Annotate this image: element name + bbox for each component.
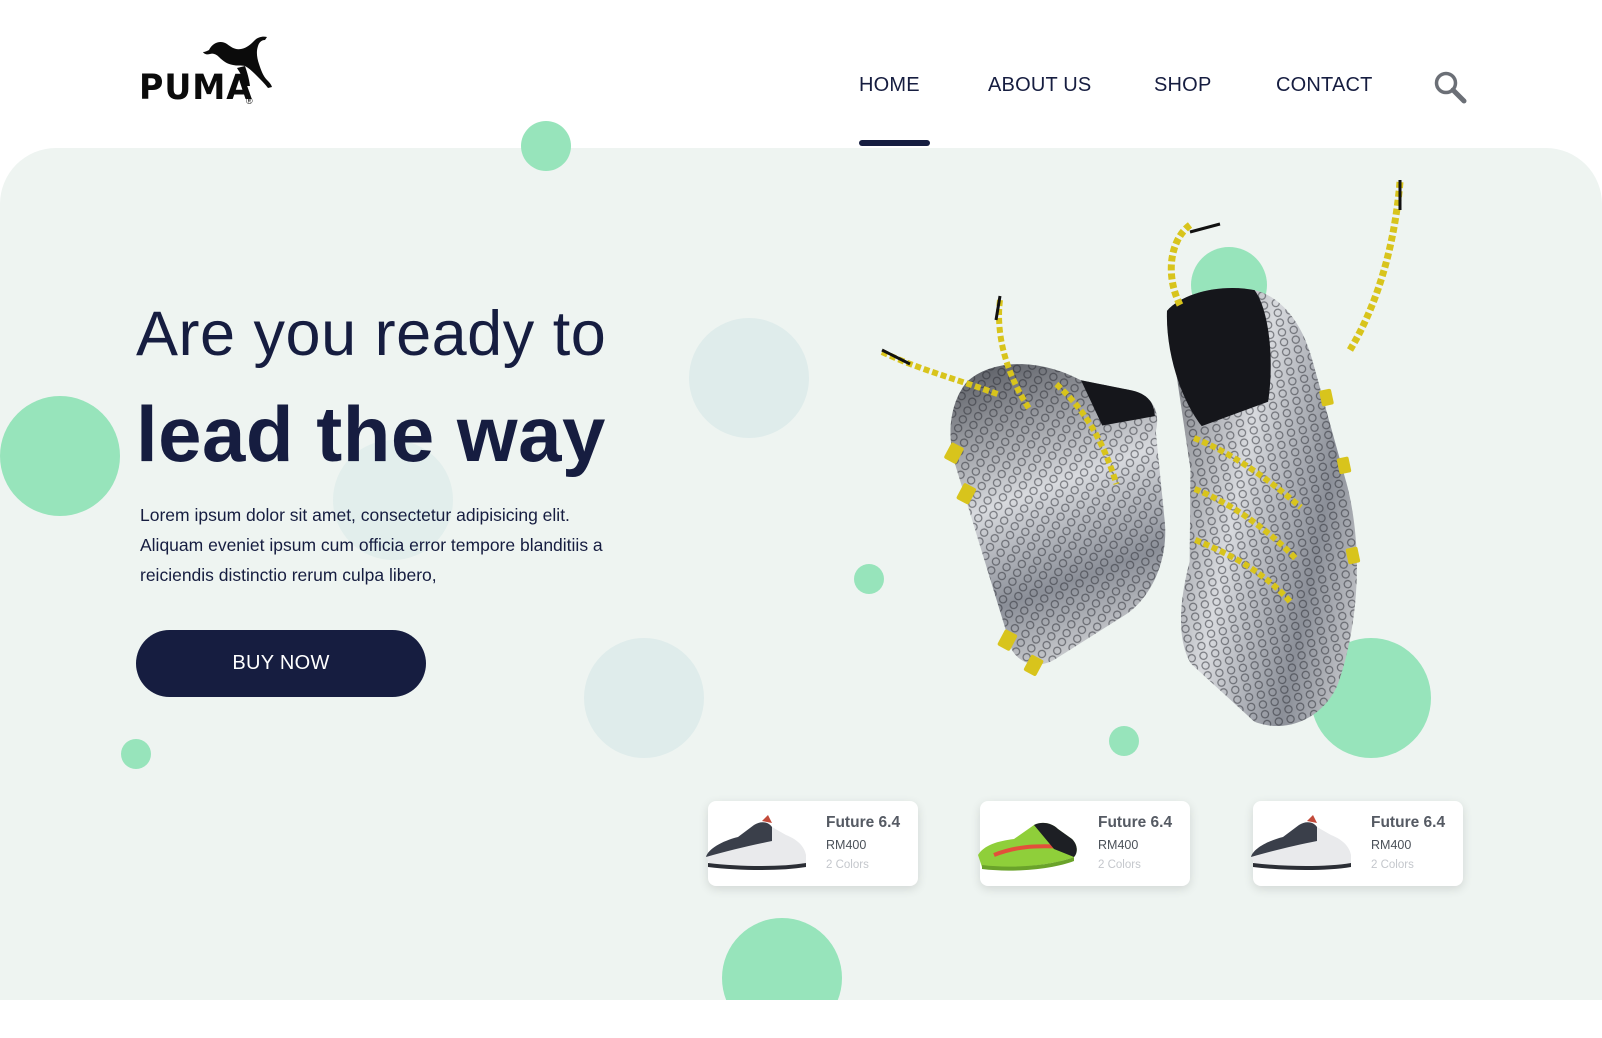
- product-colors: 2 Colors: [1371, 859, 1414, 871]
- buy-now-button[interactable]: BUY NOW: [136, 630, 426, 697]
- nav-about-us[interactable]: ABOUT US: [988, 74, 1091, 97]
- product-name: Future 6.4: [1098, 814, 1173, 831]
- decorative-dot: [584, 638, 704, 758]
- puma-logo[interactable]: PUMA ®: [139, 36, 279, 110]
- decorative-dot: [521, 121, 571, 171]
- sneaker-grey-image: [1251, 815, 1351, 870]
- product-colors: 2 Colors: [826, 859, 869, 871]
- decorative-dot: [0, 396, 120, 516]
- search-icon[interactable]: [1433, 70, 1467, 104]
- decorative-dot: [722, 918, 842, 1000]
- product-colors: 2 Colors: [1098, 859, 1141, 871]
- logo-wordmark: PUMA: [139, 68, 253, 108]
- decorative-dot: [121, 739, 151, 769]
- nav-contact[interactable]: CONTACT: [1276, 74, 1373, 97]
- product-price: RM400: [1098, 838, 1139, 852]
- product-price: RM400: [1371, 838, 1412, 852]
- sneaker-grey-image: [706, 815, 806, 870]
- product-card[interactable]: Future 6.4 RM400 2 Colors: [1251, 801, 1463, 886]
- hero-headline-line1: Are you ready to: [136, 299, 607, 369]
- sneaker-green-image: [978, 822, 1077, 871]
- football-boots-image: [880, 180, 1404, 726]
- registered-mark: ®: [246, 96, 253, 106]
- product-name: Future 6.4: [826, 814, 901, 831]
- nav-shop[interactable]: SHOP: [1154, 74, 1211, 97]
- decorative-dot: [689, 318, 809, 438]
- product-card[interactable]: Future 6.4 RM400 2 Colors: [978, 801, 1190, 886]
- product-price: RM400: [826, 838, 867, 852]
- nav-active-indicator: [859, 140, 930, 146]
- nav-home[interactable]: HOME: [859, 74, 920, 97]
- product-name: Future 6.4: [1371, 814, 1446, 831]
- hero-headline-line2: lead the way: [136, 390, 606, 478]
- hero-description: Lorem ipsum dolor sit amet, consectetur …: [140, 505, 603, 585]
- product-card[interactable]: Future 6.4 RM400 2 Colors: [706, 801, 918, 886]
